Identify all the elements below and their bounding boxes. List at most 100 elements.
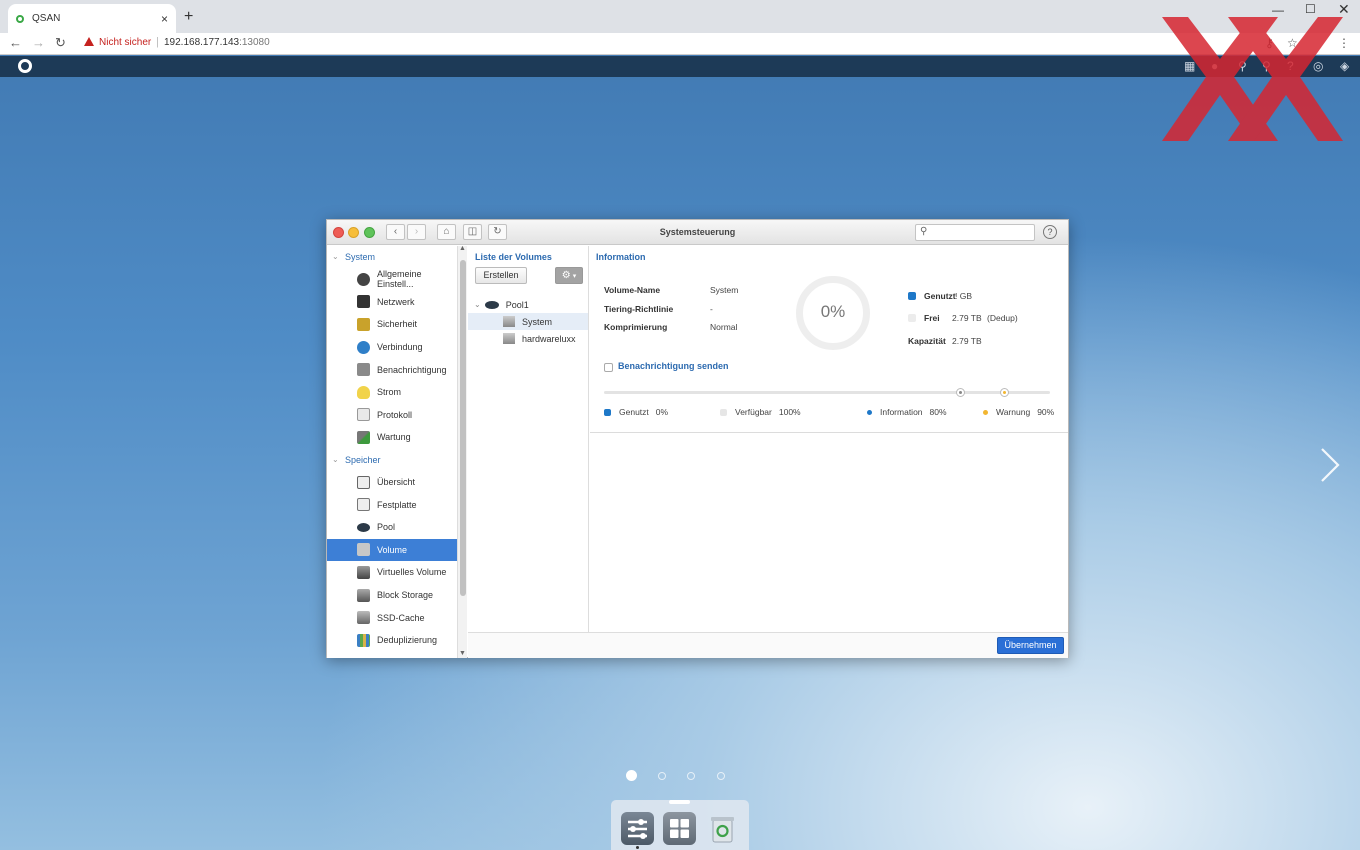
url-divider: | bbox=[156, 36, 159, 48]
network-icon bbox=[357, 295, 370, 309]
watermark-logo bbox=[1162, 17, 1343, 141]
reload-icon[interactable]: ↻ bbox=[55, 35, 66, 51]
browser-tab[interactable]: QSAN × bbox=[8, 4, 176, 33]
section-label: System bbox=[345, 252, 376, 262]
url-field[interactable]: 192.168.177.143:13080 bbox=[164, 37, 270, 48]
divider bbox=[590, 432, 1068, 433]
security-indicator[interactable]: Nicht sicher bbox=[84, 37, 151, 48]
sidebar-item-label: Block Storage bbox=[377, 590, 434, 601]
send-notification-label[interactable]: Benachrichtigung senden bbox=[618, 361, 729, 371]
sidebar-item-label: Benachrichtigung bbox=[377, 364, 447, 375]
page-dot-4[interactable] bbox=[717, 772, 725, 780]
sidebar-item-log[interactable]: Protokoll bbox=[327, 404, 457, 427]
free-color-swatch bbox=[908, 314, 916, 322]
disk-icon bbox=[357, 498, 370, 512]
security-label: Nicht sicher bbox=[99, 37, 152, 48]
sidebar-item-network[interactable]: Netzwerk bbox=[327, 291, 457, 314]
apply-button[interactable]: Übernehmen bbox=[997, 637, 1064, 654]
legend-used: Genutzt 0% bbox=[604, 407, 668, 417]
page-dot-3[interactable] bbox=[687, 772, 695, 780]
dock-handle[interactable] bbox=[669, 800, 690, 804]
close-tab-button[interactable]: × bbox=[161, 12, 168, 26]
forward-icon[interactable]: → bbox=[32, 35, 45, 50]
threshold-slider[interactable] bbox=[604, 388, 1050, 397]
scroll-down-icon[interactable]: ▼ bbox=[459, 650, 466, 657]
maximize-window-icon[interactable]: ☐ bbox=[1305, 2, 1316, 16]
help-button[interactable]: ? bbox=[1043, 225, 1057, 239]
volume-actions-gear-button[interactable]: ⚙ ▾ bbox=[555, 267, 583, 284]
legend-value: 90% bbox=[1037, 407, 1055, 417]
tree-item-hardwareluxx[interactable]: hardwareluxx bbox=[468, 330, 588, 347]
legend-swatch bbox=[983, 409, 988, 415]
sidebar-item-block-storage[interactable]: Block Storage bbox=[327, 584, 457, 607]
sidebar-item-label: Protokoll bbox=[377, 409, 413, 420]
sidebar-section-storage[interactable]: ⌄ Speicher bbox=[327, 449, 457, 471]
sidebar-item-deduplication[interactable]: Deduplizierung bbox=[327, 629, 457, 652]
sidebar-item-notification[interactable]: Benachrichtigung bbox=[327, 358, 457, 381]
tab-title: QSAN bbox=[32, 13, 61, 24]
free-label: Frei bbox=[924, 313, 940, 323]
sidebar-item-ssd-cache[interactable]: SSD-Cache bbox=[327, 606, 457, 629]
information-threshold-handle[interactable] bbox=[955, 388, 965, 397]
warning-threshold-handle[interactable] bbox=[1000, 388, 1010, 397]
back-icon[interactable]: ← bbox=[9, 35, 22, 50]
sidebar-item-connection[interactable]: Verbindung bbox=[327, 336, 457, 359]
legend-swatch bbox=[867, 409, 872, 415]
tree-item-label: System bbox=[522, 316, 553, 327]
legend-label: Information bbox=[880, 407, 923, 417]
tree-item-system[interactable]: System bbox=[468, 313, 588, 330]
app-center-icon[interactable] bbox=[663, 812, 696, 845]
settings-wheel-icon bbox=[357, 272, 370, 286]
volume-list-heading: Liste der Volumes bbox=[475, 252, 552, 262]
qsan-logo-icon[interactable] bbox=[18, 59, 32, 73]
sidebar-item-pool[interactable]: Pool bbox=[327, 516, 457, 539]
sidebar-item-label: Virtuelles Volume bbox=[377, 567, 447, 578]
browser-tab-bar: QSAN × + — ☐ ✕ bbox=[0, 0, 1360, 33]
sidebar-item-label: Volume bbox=[377, 544, 408, 555]
sidebar-section-system[interactable]: ⌄ System bbox=[327, 246, 457, 268]
scrollbar-thumb[interactable] bbox=[460, 260, 466, 596]
sidebar-item-label: Übersicht bbox=[377, 477, 416, 488]
page-dot-1[interactable] bbox=[626, 770, 637, 781]
sidebar-item-overview[interactable]: Übersicht bbox=[327, 471, 457, 494]
new-tab-button[interactable]: + bbox=[184, 8, 193, 26]
sidebar-item-security[interactable]: Sicherheit bbox=[327, 313, 457, 336]
capacity-value: 2.79 TB bbox=[952, 336, 982, 346]
page-dot-2[interactable] bbox=[658, 772, 666, 780]
scroll-up-icon[interactable]: ▲ bbox=[459, 245, 466, 252]
control-panel-app-icon[interactable] bbox=[621, 812, 654, 845]
create-volume-button[interactable]: Erstellen bbox=[475, 267, 527, 284]
sidebar-item-label: Deduplizierung bbox=[377, 635, 438, 646]
sidebar-item-label: Sicherheit bbox=[377, 319, 418, 330]
sidebar-scrollbar[interactable]: ▲ ▼ bbox=[457, 245, 467, 658]
recycle-bin-icon[interactable] bbox=[706, 812, 739, 845]
volume-name-value: System bbox=[710, 285, 739, 295]
used-label: Genutzt bbox=[924, 291, 956, 301]
tools-icon bbox=[357, 430, 370, 444]
send-notification-checkbox[interactable] bbox=[604, 363, 613, 372]
sidebar-item-general-settings[interactable]: Allgemeine Einstell... bbox=[327, 268, 457, 291]
used-value: ! GB bbox=[955, 291, 973, 301]
window-footer: Übernehmen bbox=[468, 632, 1068, 658]
window-titlebar[interactable]: ‹ › ⌂ ◫ ↻ Systemsteuerung ⚲ ? bbox=[327, 220, 1068, 245]
system-control-window: ‹ › ⌂ ◫ ↻ Systemsteuerung ⚲ ? ⌄ System Al… bbox=[326, 219, 1069, 658]
sidebar-item-disk[interactable]: Festplatte bbox=[327, 493, 457, 516]
tree-item-pool1[interactable]: ⌄ Pool1 bbox=[468, 296, 588, 313]
sidebar-item-label: Verbindung bbox=[377, 342, 423, 353]
capacity-label: Kapazität bbox=[908, 336, 946, 346]
sidebar-item-virtual-volume[interactable]: Virtuelles Volume bbox=[327, 561, 457, 584]
tree-item-label: hardwareluxx bbox=[522, 333, 576, 344]
sidebar-item-maintenance[interactable]: Wartung bbox=[327, 426, 457, 449]
legend-warning: Warnung 90% bbox=[983, 407, 1054, 417]
sidebar-item-volume[interactable]: Volume bbox=[327, 538, 457, 562]
gear-icon: ⚙ bbox=[561, 270, 571, 281]
address-bar: ← → ↻ Nicht sicher | 192.168.177.143:130… bbox=[0, 33, 1360, 55]
next-page-arrow-icon[interactable] bbox=[1318, 445, 1342, 485]
compression-label: Komprimierung bbox=[604, 322, 668, 332]
window-search-input[interactable]: ⚲ bbox=[915, 224, 1035, 241]
sidebar-item-label: SSD-Cache bbox=[377, 612, 425, 623]
virtual-volume-icon bbox=[357, 565, 370, 579]
sidebar-item-power[interactable]: Strom bbox=[327, 381, 457, 404]
tiering-policy-label: Tiering-Richtlinie bbox=[604, 304, 674, 314]
sidebar-item-label: Festplatte bbox=[377, 499, 417, 510]
